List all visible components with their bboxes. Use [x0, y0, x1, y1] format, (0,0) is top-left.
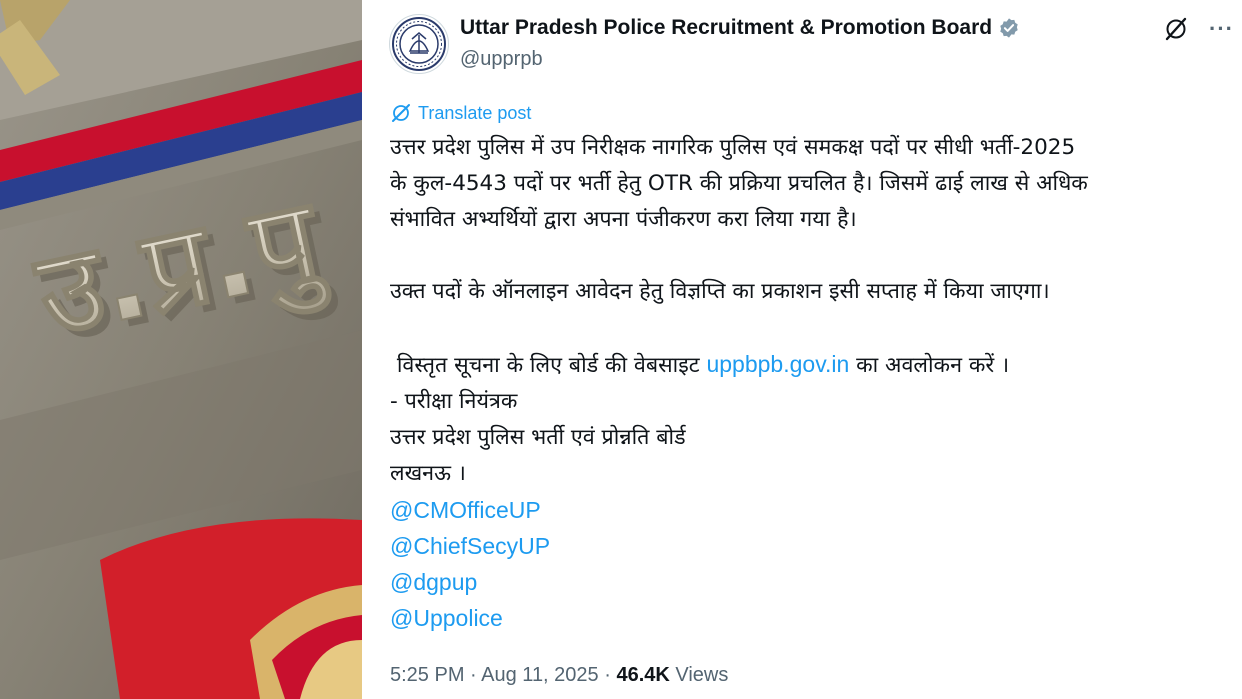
signature-line: उत्तर प्रदेश पुलिस भर्ती एवं प्रोन्नति ब…	[390, 425, 686, 450]
mention-link[interactable]: @Uppolice	[390, 600, 1235, 636]
views-label: Views	[669, 664, 729, 686]
signature-line: - परीक्षा नियंत्रक	[390, 389, 518, 414]
views-count[interactable]: 46.4K	[616, 664, 669, 686]
signature-line: लखनऊ ।	[390, 461, 466, 486]
grok-icon[interactable]	[1163, 16, 1189, 42]
website-line: विस्तृत सूचना के लिए बोर्ड की वेबसाइट up…	[390, 346, 1235, 384]
account-handle[interactable]: @upprpb	[460, 48, 543, 71]
post-date[interactable]: Aug 11, 2025	[481, 664, 599, 686]
more-icon[interactable]: ···	[1209, 18, 1234, 40]
post-text: उत्तर प्रदेश पुलिस में उप निरीक्षक नागरि…	[390, 130, 1235, 636]
website-suffix: का अवलोकन करें ।	[849, 353, 1010, 378]
account-name[interactable]: Uttar Pradesh Police Recruitment & Promo…	[460, 16, 992, 40]
verified-badge-icon[interactable]	[998, 17, 1020, 39]
post-meta: 5:25 PM · Aug 11, 2025 · 46.4K Views	[390, 664, 728, 687]
mention-link[interactable]: @dgpup	[390, 564, 1235, 600]
post-time[interactable]: 5:25 PM	[390, 664, 464, 686]
paragraph-line: संभावित अभ्यर्थियों द्वारा अपना पंजीकरण …	[390, 207, 857, 232]
mention-link[interactable]: @CMOfficeUP	[390, 492, 1235, 528]
paragraph-line: के कुल-4543 पदों पर भर्ती हेतु OTR की प्…	[390, 171, 1088, 196]
paragraph-line: उत्तर प्रदेश पुलिस में उप निरीक्षक नागरि…	[390, 135, 1076, 160]
translate-label: Translate post	[418, 102, 532, 123]
police-uniform-photo: उ.प्र.पु उ.प्र.पु	[0, 0, 362, 699]
paragraph-line: उक्त पदों के ऑनलाइन आवेदन हेतु विज्ञप्ति…	[390, 279, 1050, 304]
emblem-icon	[392, 17, 446, 71]
mention-link[interactable]: @ChiefSecyUP	[390, 528, 1235, 564]
website-link[interactable]: uppbpb.gov.in	[706, 351, 849, 377]
website-prefix: विस्तृत सूचना के लिए बोर्ड की वेबसाइट	[390, 353, 707, 378]
meta-separator: ·	[598, 664, 617, 686]
post-image[interactable]: उ.प्र.पु उ.प्र.पु	[0, 0, 362, 699]
post: Uttar Pradesh Police Recruitment & Promo…	[372, 0, 1234, 699]
avatar[interactable]	[389, 14, 449, 74]
meta-separator: ·	[464, 664, 482, 686]
translate-icon	[392, 104, 410, 122]
translate-post-link[interactable]: Translate post	[390, 102, 531, 124]
